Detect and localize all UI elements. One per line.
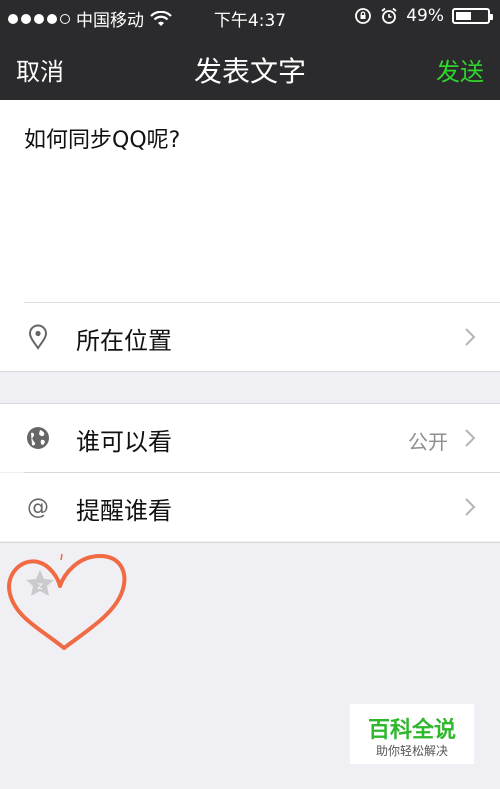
alarm-icon: [381, 7, 397, 24]
watermark-badge: 百科全说 助你轻松解决: [350, 704, 474, 764]
battery-percent: 49%: [406, 6, 444, 26]
heart-annotation: z: [7, 553, 127, 650]
chevron-right-icon: [465, 498, 476, 516]
watermark-title: 百科全说: [367, 718, 456, 743]
chevron-right-icon: [465, 328, 476, 346]
remind-row[interactable]: @ 提醒谁看: [0, 473, 500, 541]
globe-icon: [27, 427, 49, 449]
location-pin-icon: [28, 324, 48, 350]
divider: [0, 542, 500, 543]
divider: [0, 371, 500, 372]
visibility-row[interactable]: 谁可以看 公开: [0, 404, 500, 472]
visibility-label: 谁可以看: [76, 428, 172, 456]
navigation-bar: 取消 发表文字 发送: [0, 40, 500, 96]
status-bar: 中国移动 下午4:37 49%: [0, 0, 500, 32]
chevron-right-icon: [465, 429, 476, 447]
remind-label: 提醒谁看: [76, 497, 172, 525]
at-icon: @: [27, 495, 49, 520]
top-bar: 中国移动 下午4:37 49% 取消 发表文字 发送: [0, 0, 500, 100]
battery-icon: [452, 8, 493, 24]
watermark-subtitle: 助你轻松解决: [375, 744, 448, 758]
post-text[interactable]: 如何同步QQ呢?: [24, 122, 180, 154]
page-title: 发表文字: [193, 55, 306, 88]
svg-text:z: z: [37, 581, 42, 592]
send-button[interactable]: 发送: [436, 52, 484, 87]
location-label: 所在位置: [76, 327, 172, 355]
svg-text:@: @: [27, 495, 49, 520]
location-row[interactable]: 所在位置: [0, 303, 500, 371]
rotation-lock-icon: [355, 8, 372, 24]
visibility-value: 公开: [408, 430, 448, 454]
